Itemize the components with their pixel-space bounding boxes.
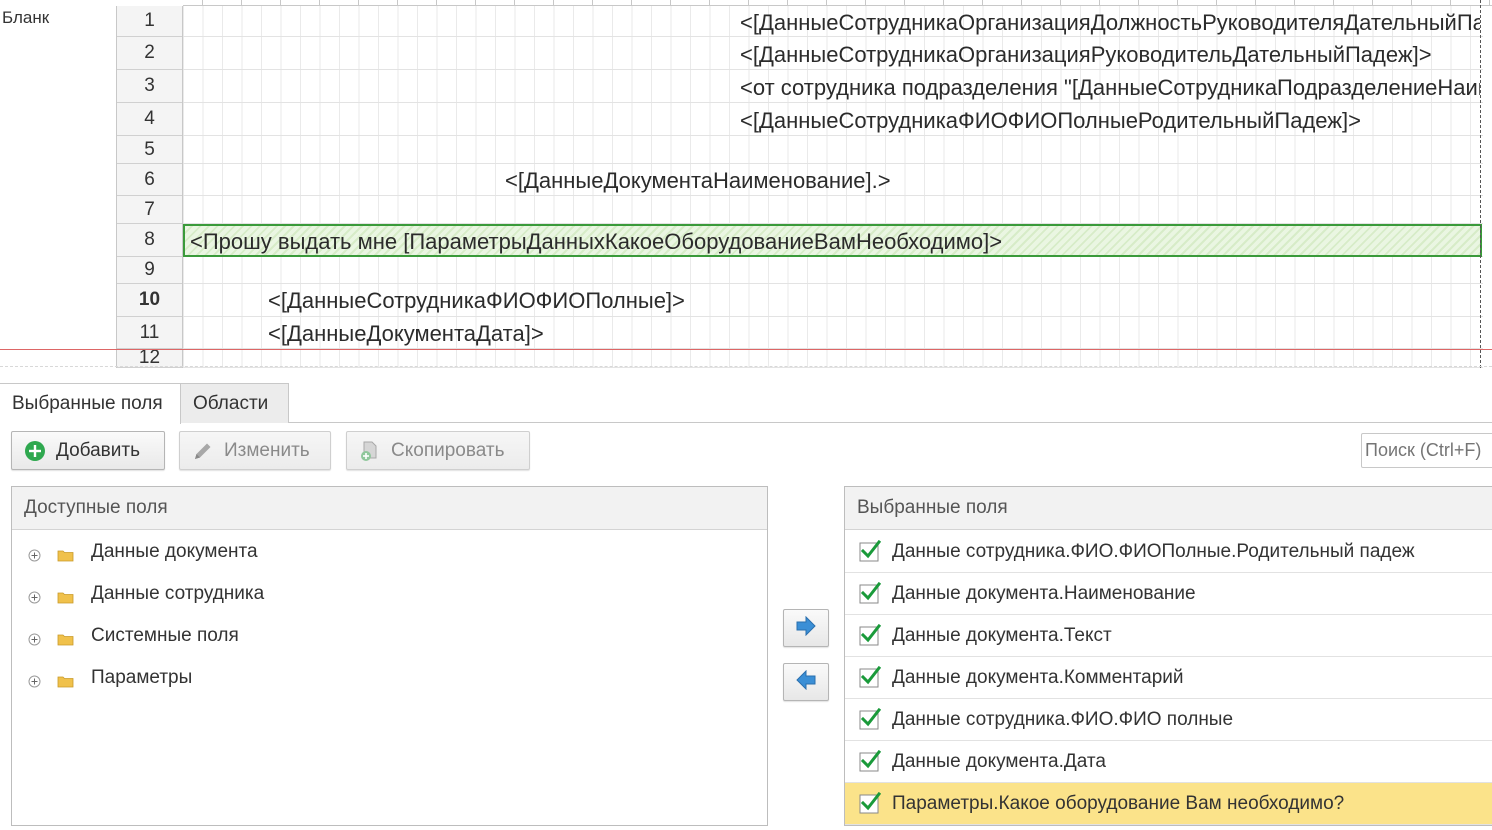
selected-field-row[interactable]: Параметры.Какое оборудование Вам необход…: [845, 783, 1492, 825]
row-number[interactable]: 6: [117, 164, 182, 196]
selected-field-row[interactable]: Данные сотрудника.ФИО.ФИОПолные.Родитель…: [845, 531, 1492, 573]
selected-field-row[interactable]: Данные документа.Дата: [845, 741, 1492, 783]
plus-circle-icon: [24, 440, 46, 462]
cell-row-6[interactable]: <[ДанныеДокументаНаименование].>: [505, 168, 1205, 194]
row-gridline: [183, 283, 1483, 284]
expand-plus-icon[interactable]: [28, 630, 41, 645]
selected-field-label: Данные сотрудника.ФИО.ФИОПолные.Родитель…: [892, 541, 1415, 562]
selected-field-label: Данные документа.Дата: [892, 751, 1106, 772]
copy-button[interactable]: Скопировать: [346, 431, 530, 470]
selected-field-row[interactable]: Данные документа.Наименование: [845, 573, 1492, 615]
selected-field-row[interactable]: Данные документа.Текст: [845, 615, 1492, 657]
folder-icon: [57, 672, 74, 687]
folder-icon: [57, 630, 74, 645]
row-gridline: [183, 195, 1483, 196]
selected-field-row[interactable]: Данные документа.Комментарий: [845, 657, 1492, 699]
ruler-tick: [1489, 0, 1490, 5]
selected-cell-row-8[interactable]: <Прошу выдать мне [ПараметрыДанныхКакоеО…: [183, 224, 1482, 257]
search-input[interactable]: [1361, 433, 1492, 468]
row-number[interactable]: 1: [117, 6, 182, 37]
tree-item-label: Системные поля: [91, 625, 239, 646]
folder-icon: [57, 588, 74, 603]
row-number[interactable]: 11: [117, 317, 182, 349]
row-number[interactable]: 7: [117, 196, 182, 224]
tree-item-label: Данные сотрудника: [91, 583, 265, 604]
cell-row-11[interactable]: <[ДанныеДокументаДата]>: [268, 321, 1168, 347]
row-gridline: [183, 316, 1483, 317]
remove-field-button[interactable]: [783, 663, 829, 701]
folder-icon: [57, 546, 74, 561]
tree-item[interactable]: Данные документа: [12, 531, 767, 573]
add-field-button[interactable]: [783, 609, 829, 647]
checkbox-checked-icon[interactable]: [859, 749, 882, 772]
add-button-label: Добавить: [56, 439, 140, 461]
arrow-left-icon: [795, 669, 817, 695]
copy-button-label: Скопировать: [391, 439, 505, 461]
selected-field-label: Данные документа.Текст: [892, 625, 1112, 646]
area-label: Бланк: [2, 8, 50, 27]
selected-field-label: Данные сотрудника.ФИО.ФИО полные: [892, 709, 1234, 730]
row-gridline: [183, 135, 1483, 136]
checkbox-checked-icon[interactable]: [859, 791, 882, 814]
tree-item-label: Параметры: [91, 667, 193, 688]
selected-fields-panel: Выбранные поля Данные сотрудника.ФИО.ФИО…: [844, 486, 1492, 826]
checkbox-checked-icon[interactable]: [859, 665, 882, 688]
cell-row-8: <Прошу выдать мне [ПараметрыДанныхКакоеО…: [190, 229, 1003, 254]
row-number[interactable]: 4: [117, 103, 182, 136]
tab-selected-fields[interactable]: Выбранные поля: [0, 383, 181, 424]
row-number[interactable]: 9: [117, 257, 182, 284]
edit-button-label: Изменить: [224, 439, 310, 461]
cell-row-4[interactable]: <[ДанныеСотрудникаФИОФИОПолныеРодительны…: [740, 108, 1480, 134]
row-header-column: 1 2 3 4 5 6 7 8 9 10 11 12: [116, 6, 183, 368]
row-number[interactable]: 10: [117, 284, 182, 317]
row-number[interactable]: 5: [117, 136, 182, 164]
row-gridline: [183, 69, 1483, 70]
add-button[interactable]: Добавить: [11, 431, 165, 470]
tree-item[interactable]: Данные сотрудника: [12, 573, 767, 615]
spreadsheet-area[interactable]: Бланк 1 2 3 4 5 6 7 8 9 10 11 12 <[ДанныеСотрудника…: [0, 0, 1492, 368]
arrow-right-icon: [795, 615, 817, 641]
tab-areas[interactable]: Области: [181, 383, 289, 423]
cell-row-10[interactable]: <[ДанныеСотрудникаФИОФИОПолные]>: [268, 288, 1168, 314]
page-boundary-line: [1480, 0, 1481, 368]
expand-plus-icon[interactable]: [28, 546, 41, 561]
expand-plus-icon[interactable]: [28, 672, 41, 687]
row-gridline: [183, 36, 1483, 37]
available-fields-header: Доступные поля: [12, 487, 767, 530]
checkbox-checked-icon[interactable]: [859, 539, 882, 562]
sheet-splitter[interactable]: [0, 366, 1492, 368]
row-gridline: [183, 163, 1483, 164]
row-number[interactable]: 2: [117, 37, 182, 70]
selected-field-row[interactable]: Данные сотрудника.ФИО.ФИО полные: [845, 699, 1492, 741]
checkbox-checked-icon[interactable]: [859, 707, 882, 730]
cell-row-2[interactable]: <[ДанныеСотрудникаОрганизацияРуководител…: [740, 42, 1480, 68]
area-boundary-line: [0, 349, 1492, 350]
report-template-editor: Бланк 1 2 3 4 5 6 7 8 9 10 11 12 <[ДанныеСотрудника…: [0, 0, 1492, 830]
row-gridline: [183, 102, 1483, 103]
tree-item[interactable]: Системные поля: [12, 615, 767, 657]
checkbox-checked-icon[interactable]: [859, 581, 882, 604]
copy-document-icon: [359, 440, 381, 462]
row-number[interactable]: 8: [117, 224, 182, 257]
selected-field-label: Данные документа.Комментарий: [892, 667, 1184, 688]
cell-row-1[interactable]: <[ДанныеСотрудникаОрганизацияДолжностьРу…: [740, 10, 1480, 36]
selected-fields-header: Выбранные поля: [845, 487, 1492, 530]
cell-row-3[interactable]: <от сотрудника подразделения "[ДанныеСот…: [740, 75, 1480, 101]
expand-plus-icon[interactable]: [28, 588, 41, 603]
row-number[interactable]: 3: [117, 70, 182, 103]
edit-button[interactable]: Изменить: [179, 431, 331, 470]
tab-bar: Выбранные поля Области: [0, 383, 1492, 424]
checkbox-checked-icon[interactable]: [859, 623, 882, 646]
selected-field-label: Параметры.Какое оборудование Вам необход…: [892, 793, 1345, 814]
available-fields-panel: Доступные поля Данные документа Данные со…: [11, 486, 768, 826]
tree-item[interactable]: Параметры: [12, 657, 767, 699]
pencil-icon: [192, 440, 214, 462]
tree-item-label: Данные документа: [91, 541, 258, 562]
selected-field-label: Данные документа.Наименование: [892, 583, 1196, 604]
